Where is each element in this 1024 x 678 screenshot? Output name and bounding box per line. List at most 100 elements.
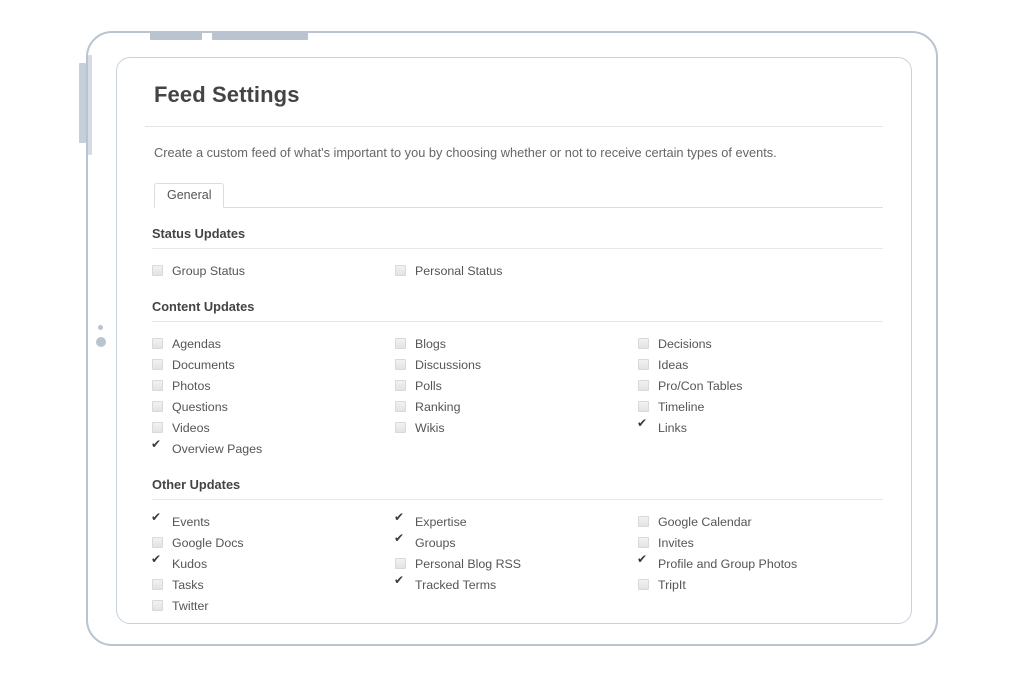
checkbox-unchecked-icon[interactable] (638, 579, 649, 590)
checkbox-unchecked-icon[interactable] (395, 338, 406, 349)
checkbox-checked-icon[interactable] (395, 537, 406, 548)
checkbox-unchecked-icon[interactable] (395, 265, 406, 276)
checkbox-unchecked-icon[interactable] (395, 558, 406, 569)
checkbox-row[interactable]: Google Calendar (638, 511, 881, 532)
checkbox-unchecked-icon[interactable] (638, 380, 649, 391)
card-content: Feed Settings Create a custom feed of wh… (117, 58, 911, 624)
checkbox-row[interactable]: Discussions (395, 354, 638, 375)
checkbox-label: Agendas (172, 337, 221, 351)
checkbox-row[interactable]: Videos (152, 417, 395, 438)
checkbox-unchecked-icon[interactable] (638, 359, 649, 370)
checkbox-row[interactable]: Personal Blog RSS (395, 553, 638, 574)
checkbox-row[interactable]: Pro/Con Tables (638, 375, 881, 396)
checkbox-label: Group Status (172, 264, 245, 278)
checkbox-unchecked-icon[interactable] (152, 380, 163, 391)
checkbox-row[interactable]: Twitter (152, 595, 395, 616)
checkbox-label: Links (658, 421, 687, 435)
checkbox-row[interactable]: TripIt (638, 574, 881, 595)
checkbox-column: EventsGoogle Docs Kudos TasksTwitter (152, 511, 395, 616)
feed-settings-card: Feed Settings Create a custom feed of wh… (116, 57, 912, 624)
section-body: Agendas Documents Photos Questions VideosOve… (152, 322, 883, 459)
checkbox-row[interactable]: Wikis (395, 417, 638, 438)
checkbox-row[interactable]: Google Docs (152, 532, 395, 553)
settings-section: Content Updates Agendas Documents Photos Que… (145, 299, 883, 459)
checkbox-label: Documents (172, 358, 235, 372)
device-volume-dot-small[interactable] (98, 325, 103, 330)
checkbox-unchecked-icon[interactable] (152, 338, 163, 349)
checkbox-unchecked-icon[interactable] (152, 537, 163, 548)
checkbox-row[interactable]: Decisions (638, 333, 881, 354)
checkbox-row[interactable]: Tasks (152, 574, 395, 595)
checkbox-unchecked-icon[interactable] (395, 359, 406, 370)
checkbox-row[interactable]: Questions (152, 396, 395, 417)
section-title: Other Updates (152, 477, 883, 499)
checkbox-row[interactable]: Blogs (395, 333, 638, 354)
checkbox-checked-icon[interactable] (638, 558, 649, 569)
checkbox-unchecked-icon[interactable] (152, 579, 163, 590)
checkbox-label: Ranking (415, 400, 460, 414)
checkbox-row[interactable]: Expertise (395, 511, 638, 532)
checkbox-row[interactable]: Overview Pages (152, 438, 395, 459)
section-title: Content Updates (152, 299, 883, 321)
checkbox-checked-icon[interactable] (395, 516, 406, 527)
checkbox-row[interactable]: Timeline (638, 396, 881, 417)
device-side-bar-outer (79, 63, 86, 143)
checkbox-label: Expertise (415, 515, 467, 529)
section-body: Group Status Personal Status (152, 249, 883, 281)
checkbox-unchecked-icon[interactable] (152, 359, 163, 370)
checkbox-row[interactable]: Polls (395, 375, 638, 396)
checkbox-column: Agendas Documents Photos Questions VideosOve… (152, 333, 395, 459)
checkbox-row[interactable]: Personal Status (395, 260, 638, 281)
checkbox-unchecked-icon[interactable] (638, 338, 649, 349)
checkbox-label: Personal Blog RSS (415, 557, 521, 571)
checkbox-label: Kudos (172, 557, 207, 571)
checkbox-row[interactable]: Links (638, 417, 881, 438)
page-description: Create a custom feed of what's important… (145, 127, 883, 161)
device-side-bar-inner (88, 55, 92, 155)
checkbox-checked-icon[interactable] (395, 579, 406, 590)
device-volume-dot-large[interactable] (96, 337, 106, 347)
checkbox-row[interactable]: Profile and Group Photos (638, 553, 881, 574)
checkbox-unchecked-icon[interactable] (395, 401, 406, 412)
checkbox-row[interactable]: Documents (152, 354, 395, 375)
checkbox-row[interactable]: Ideas (638, 354, 881, 375)
checkbox-label: Polls (415, 379, 442, 393)
checkbox-unchecked-icon[interactable] (638, 516, 649, 527)
checkbox-label: Pro/Con Tables (658, 379, 743, 393)
checkbox-label: Questions (172, 400, 228, 414)
checkbox-row[interactable]: Tracked Terms (395, 574, 638, 595)
checkbox-row[interactable]: Invites (638, 532, 881, 553)
checkbox-column: Group Status (152, 260, 395, 281)
tab-general[interactable]: General (154, 183, 224, 208)
checkbox-checked-icon[interactable] (152, 516, 163, 527)
checkbox-row[interactable]: Ranking (395, 396, 638, 417)
checkbox-column (638, 260, 881, 281)
checkbox-row[interactable]: Group Status (152, 260, 395, 281)
checkbox-label: Wikis (415, 421, 445, 435)
checkbox-unchecked-icon[interactable] (152, 422, 163, 433)
device-top-tab-left (150, 32, 202, 40)
checkbox-unchecked-icon[interactable] (152, 600, 163, 611)
checkbox-unchecked-icon[interactable] (395, 380, 406, 391)
tab-strip: General (154, 182, 883, 208)
settings-section: Status UpdatesGroup StatusPersonal Statu… (145, 226, 883, 281)
checkbox-row[interactable]: Events (152, 511, 395, 532)
checkbox-row[interactable]: Photos (152, 375, 395, 396)
checkbox-checked-icon[interactable] (152, 558, 163, 569)
checkbox-unchecked-icon[interactable] (395, 422, 406, 433)
settings-sections: Status UpdatesGroup StatusPersonal Statu… (145, 226, 883, 616)
checkbox-checked-icon[interactable] (638, 422, 649, 433)
checkbox-unchecked-icon[interactable] (638, 401, 649, 412)
device-top-tab-right (212, 32, 308, 40)
checkbox-label: Groups (415, 536, 456, 550)
checkbox-label: TripIt (658, 578, 686, 592)
checkbox-unchecked-icon[interactable] (638, 537, 649, 548)
checkbox-row[interactable]: Groups (395, 532, 638, 553)
checkbox-row[interactable]: Kudos (152, 553, 395, 574)
checkbox-unchecked-icon[interactable] (152, 265, 163, 276)
tablet-device-frame: Feed Settings Create a custom feed of wh… (86, 31, 938, 646)
checkbox-row[interactable]: Agendas (152, 333, 395, 354)
checkbox-checked-icon[interactable] (152, 443, 163, 454)
checkbox-unchecked-icon[interactable] (152, 401, 163, 412)
checkbox-column: Personal Status (395, 260, 638, 281)
